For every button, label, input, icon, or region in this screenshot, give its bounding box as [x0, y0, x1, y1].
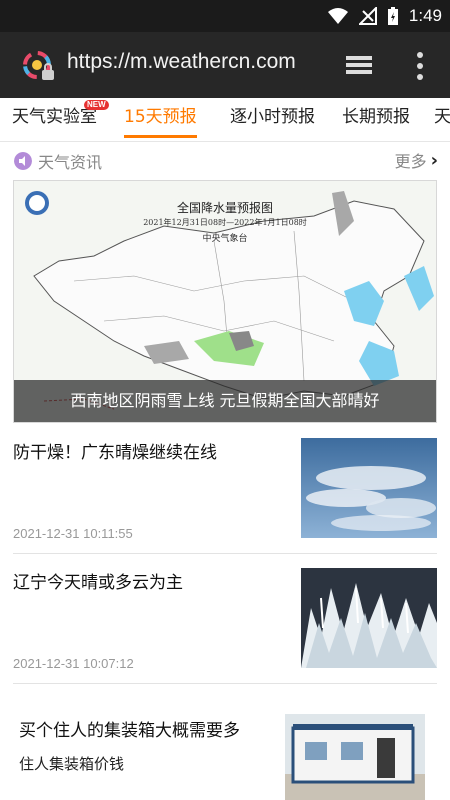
tab-weather-lab[interactable]: 天气实验室 NEW [12, 98, 109, 141]
tab-long-term-forecast[interactable]: 长期预报 [342, 98, 410, 141]
ad-title: 买个住人的集装箱大概需要多 [19, 721, 240, 741]
blue-sky-clouds-photo [301, 438, 437, 538]
chevron-right-icon: › [430, 149, 438, 171]
ad-thumbnail [285, 714, 425, 800]
tab-label: 15天预报 [124, 107, 197, 127]
container-house-photo [285, 714, 425, 800]
tab-label: 天气实验室 [12, 107, 97, 127]
more-link[interactable]: 更多 › [395, 148, 438, 172]
speaker-icon [14, 152, 32, 170]
site-favicon-icon[interactable] [22, 50, 56, 84]
battery-icon [387, 7, 398, 25]
news-section-header: 天气资讯 更多 › [0, 142, 450, 178]
more-label: 更多 [394, 152, 427, 171]
featured-caption: 西南地区阴雨雪上线 元旦假期全国大部晴好 [14, 380, 436, 422]
featured-news-card[interactable]: 全国降水量预报图 2021年12月31日08时—2022年1月1日08时 中央气… [13, 180, 437, 423]
map-title: 全国降水量预报图 [176, 201, 273, 215]
ad-item[interactable]: 买个住人的集装箱大概需要多 住人集装箱价钱 [13, 700, 437, 800]
ad-subtitle: 住人集装箱价钱 [19, 755, 125, 773]
tab-label: 天 [434, 107, 450, 127]
news-divider [13, 553, 437, 554]
news-title: 防干燥！广东晴燥继续在线 [13, 443, 217, 463]
tab-15-day-forecast[interactable]: 15天预报 [124, 98, 197, 141]
news-item[interactable]: 辽宁今天晴或多云为主 2021-12-31 10:07:12 [13, 568, 437, 671]
map-period: 2021年12月31日08时—2022年1月1日08时 [143, 218, 307, 227]
news-thumbnail [301, 568, 437, 668]
tab-partial[interactable]: 天 [434, 98, 450, 141]
browser-toolbar: https://m.weathercn.com [0, 32, 450, 98]
news-divider [13, 683, 437, 684]
tab-hourly-forecast[interactable]: 逐小时预报 [230, 98, 315, 141]
tab-label: 长期预报 [342, 107, 410, 127]
section-title: 天气资讯 [38, 153, 103, 172]
status-icons: 1:49 [327, 0, 442, 32]
tab-label: 逐小时预报 [230, 107, 315, 127]
more-vert-icon[interactable] [410, 50, 430, 82]
news-time: 2021-12-31 10:11:55 [13, 526, 133, 541]
signal-icon [358, 7, 377, 25]
news-item[interactable]: 防干燥！广东晴燥继续在线 2021-12-31 10:11:55 [13, 438, 437, 541]
news-thumbnail [301, 438, 437, 538]
wifi-icon [327, 8, 348, 24]
new-badge: NEW [84, 100, 109, 110]
status-bar: 1:49 [0, 0, 450, 32]
tabs-icon[interactable] [344, 54, 374, 78]
url-bar[interactable]: https://m.weathercn.com [67, 50, 296, 74]
news-title: 辽宁今天晴或多云为主 [13, 573, 183, 593]
news-time: 2021-12-31 10:07:12 [13, 656, 134, 671]
map-org: 中央气象台 [202, 234, 248, 244]
status-time: 1:49 [408, 6, 442, 25]
frozen-ice-trees-photo [301, 568, 437, 668]
forecast-tabs: 天气实验室 NEW 15天预报 逐小时预报 长期预报 天 [0, 98, 450, 142]
